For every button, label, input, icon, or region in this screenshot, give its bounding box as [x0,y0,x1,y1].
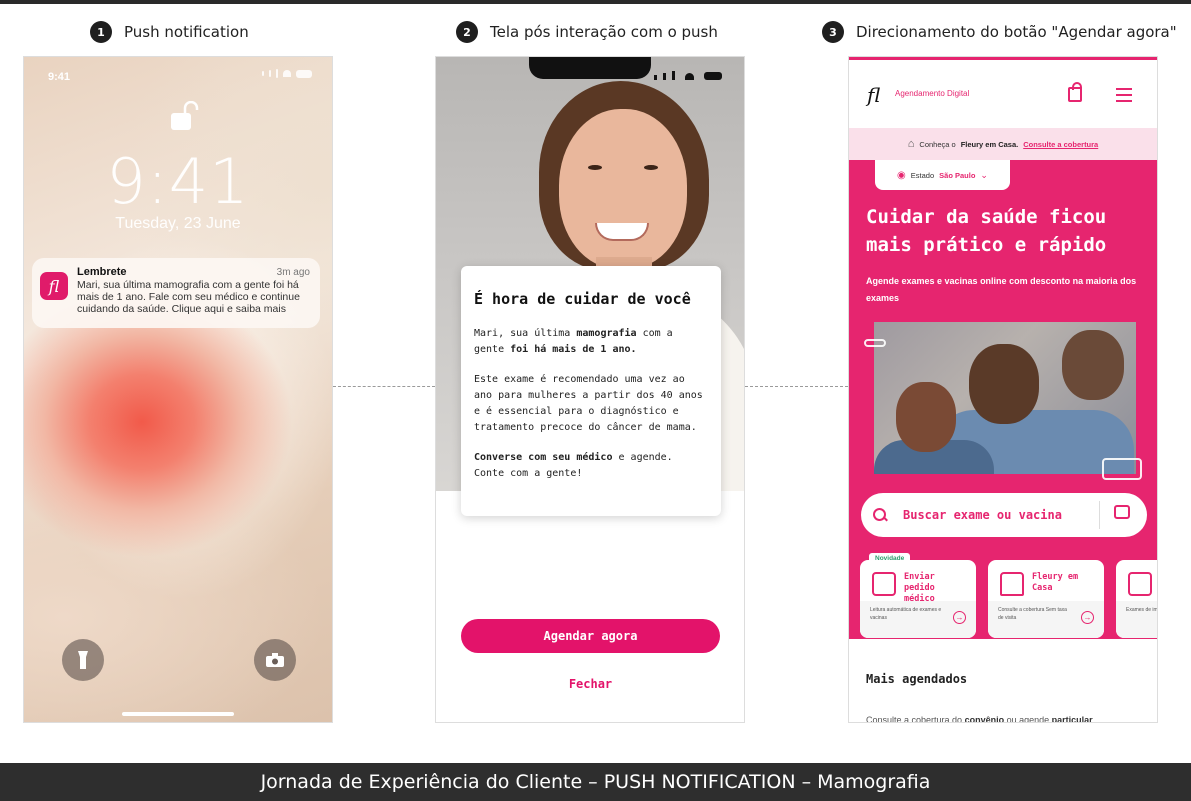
camera-icon [266,653,284,667]
flashlight-icon [78,651,88,669]
checklist-icon [872,572,896,596]
connector-line-2 [745,386,848,387]
carousel-indicator[interactable] [864,339,886,347]
home-indicator[interactable] [122,712,234,716]
top-border [0,0,1191,4]
quick-card-exames-imagem[interactable]: Exames de imagem, s [1116,560,1158,638]
notification-time: 3m ago [276,267,310,278]
flashlight-button[interactable] [62,639,104,681]
quick-card-desc: Consulte a cobertura Sem taxa de visita [998,607,1067,621]
search-input[interactable]: Buscar exame ou vacina [861,493,1147,537]
step-number: 2 [456,21,478,43]
unlock-icon [171,101,199,130]
card-paragraph-3: Converse com seu médico e agende. Conte … [474,452,673,479]
location-pin-icon: ◉ [897,169,906,181]
lock-clock: 9:41 [106,145,250,218]
chevron-down-icon: ⌄ [980,169,988,180]
battery-icon [704,72,722,80]
quick-card-enviar-pedido[interactable]: Enviar pedido médico Leitura automática … [860,560,976,638]
search-placeholder: Buscar exame ou vacina [903,508,1062,522]
camera-button[interactable] [254,639,296,681]
step-1-header: 1 Push notification [90,20,249,44]
header-title: Agendamento Digital [895,89,970,98]
fleury-app-icon: fl [40,272,68,300]
carousel-frame-icon[interactable] [1102,458,1142,480]
consulte-cobertura-link[interactable]: Consulte a cobertura [1023,140,1098,149]
card-title: É hora de cuidar de você [474,290,691,308]
connector-line-1 [333,386,435,387]
family-photo [874,322,1136,474]
status-icons [654,71,722,80]
quick-card-desc: Exames de imagem, s [1126,607,1158,613]
arrow-right-icon: → [953,611,966,624]
step-2-header: 2 Tela pós interação com o push [456,20,718,44]
battery-icon [296,69,312,78]
home-care-banner: ⌂ Conheça o Fleury em Casa. Consulte a c… [849,128,1157,160]
wifi-icon [685,73,694,80]
status-icons [262,69,312,78]
state-value: São Paulo [939,170,976,180]
agendar-agora-button[interactable]: Agendar agora [461,619,720,653]
push-notification[interactable]: fl Lembrete 3m ago Mari, sua última mamo… [32,258,320,328]
step-3-header: 3 Direcionamento do botão "Agendar agora… [822,20,1177,44]
step-number: 3 [822,21,844,43]
wifi-icon [283,70,291,77]
fechar-button[interactable]: Fechar [461,677,720,697]
arrow-right-icon: → [1081,611,1094,624]
phone-scheduling-home: fl Agendamento Digital ⌂ Conheça o Fleur… [848,56,1158,723]
state-selector[interactable]: ◉ Estado São Paulo ⌄ [875,160,1010,190]
notification-title: Lembrete [77,266,127,278]
coverage-text: Consulte a cobertura do convênio ou agen… [866,715,1093,723]
home-icon: ⌂ [907,138,915,150]
status-time: 9:41 [48,71,71,83]
card-paragraph-2: Este exame é recomendado uma vez ao ano … [474,374,703,433]
app-header: fl Agendamento Digital [849,60,1157,128]
phone-lock-screen: 9:41 9:41 Tuesday, 23 June fl Lembrete 3… [23,56,333,723]
card-paragraph-1: Mari, sua última mamografia com a gente … [474,328,673,355]
camera-upload-icon[interactable] [1114,505,1130,519]
house-icon [1000,572,1024,596]
phone-push-landing: É hora de cuidar de você Mari, sua últim… [435,56,745,723]
search-icon [873,508,887,522]
phone-notch [529,57,651,79]
hero-subtitle: Agende exames e vacinas online com desco… [866,276,1137,303]
hero-headline: Cuidar da saúde ficou mais prático e ráp… [866,206,1107,256]
calendar-icon [1128,572,1152,596]
notification-body: Mari, sua última mamografia com a gente … [77,279,300,315]
step-label: Tela pós interação com o push [490,23,718,41]
lock-date: Tuesday, 23 June [115,215,241,232]
section-title: Mais agendados [866,672,968,686]
bag-icon[interactable] [1068,82,1082,102]
quick-card-title: Fleury em Casa [1032,572,1079,593]
quick-card-desc: Leitura automática de exames e vacinas [870,607,942,621]
fleury-logo[interactable]: fl [867,83,880,107]
step-number: 1 [90,21,112,43]
quick-card-fleury-casa[interactable]: Fleury em Casa Consulte a cobertura Sem … [988,560,1104,638]
step-label: Push notification [124,23,249,41]
menu-icon[interactable] [1116,88,1132,102]
journey-caption: Jornada de Experiência do Cliente – PUSH… [0,763,1191,801]
reminder-card: É hora de cuidar de você Mari, sua últim… [461,266,721,516]
step-label: Direcionamento do botão "Agendar agora" [856,23,1177,41]
